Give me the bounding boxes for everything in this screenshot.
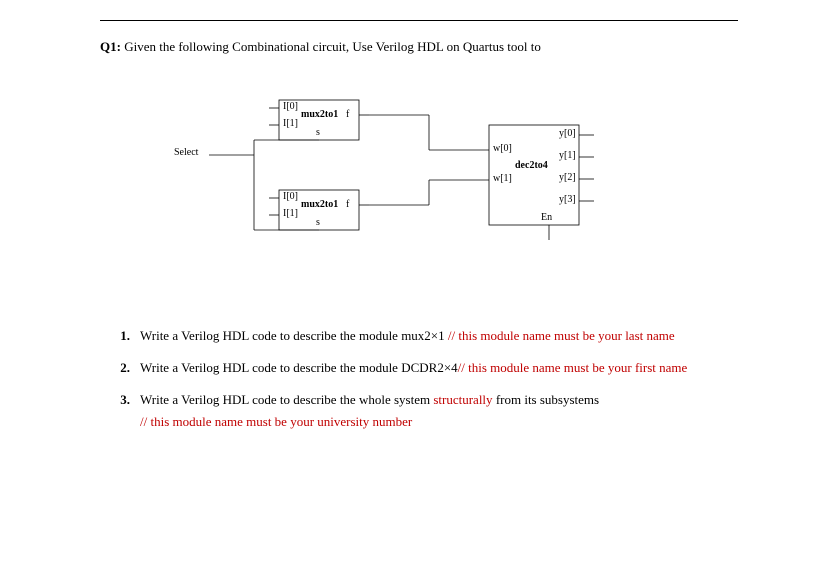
list-item: 1. Write a Verilog HDL code to describe … <box>100 325 738 347</box>
t3d: // this module name must be your univers… <box>140 414 412 429</box>
list-text: Write a Verilog HDL code to describe the… <box>140 357 738 379</box>
t3a: Write a Verilog HDL code to describe the… <box>140 392 433 407</box>
circuit-diagram: Select I[0] I[1] mux2to1 f s I[0] I[1] m… <box>169 95 669 265</box>
question-text: Given the following Combinational circui… <box>124 39 541 54</box>
mux1-f: f <box>346 109 349 120</box>
mux2-i0: I[0] <box>283 191 298 202</box>
t1b: // this module name must be your last na… <box>448 328 675 343</box>
list-number: 3. <box>100 389 140 433</box>
question-prompt: Q1: Given the following Combinational ci… <box>100 39 738 55</box>
mux2-s: s <box>316 217 320 228</box>
dec-w1: w[1] <box>493 173 512 184</box>
mux1-i1: I[1] <box>283 118 298 129</box>
dec-y2: y[2] <box>559 172 576 183</box>
mux2-name: mux2to1 <box>301 199 338 210</box>
t3c: from its subsystems <box>493 392 600 407</box>
list-number: 2. <box>100 357 140 379</box>
dec-y3: y[3] <box>559 194 576 205</box>
mux1-name: mux2to1 <box>301 109 338 120</box>
list-text: Write a Verilog HDL code to describe the… <box>140 389 738 433</box>
question-label: Q1: <box>100 39 121 54</box>
dec-y0: y[0] <box>559 128 576 139</box>
dec-name: dec2to4 <box>515 160 548 171</box>
mux1-i0: I[0] <box>283 101 298 112</box>
mux2-i1: I[1] <box>283 208 298 219</box>
list-item: 3. Write a Verilog HDL code to describe … <box>100 389 738 433</box>
list-text: Write a Verilog HDL code to describe the… <box>140 325 738 347</box>
mux1-s: s <box>316 127 320 138</box>
circuit-svg <box>169 95 669 265</box>
dec-w0: w[0] <box>493 143 512 154</box>
top-rule <box>100 20 738 21</box>
dec-y1: y[1] <box>559 150 576 161</box>
t2b: // this module name must be your first n… <box>458 360 688 375</box>
t2a: Write a Verilog HDL code to describe the… <box>140 360 458 375</box>
page-content: Q1: Given the following Combinational ci… <box>0 0 818 463</box>
t1a: Write a Verilog HDL code to describe the… <box>140 328 448 343</box>
mux2-f: f <box>346 199 349 210</box>
dec-en: En <box>541 212 552 223</box>
task-list: 1. Write a Verilog HDL code to describe … <box>100 325 738 433</box>
list-number: 1. <box>100 325 140 347</box>
t3b: structurally <box>433 392 492 407</box>
select-label: Select <box>174 147 198 158</box>
list-item: 2. Write a Verilog HDL code to describe … <box>100 357 738 379</box>
